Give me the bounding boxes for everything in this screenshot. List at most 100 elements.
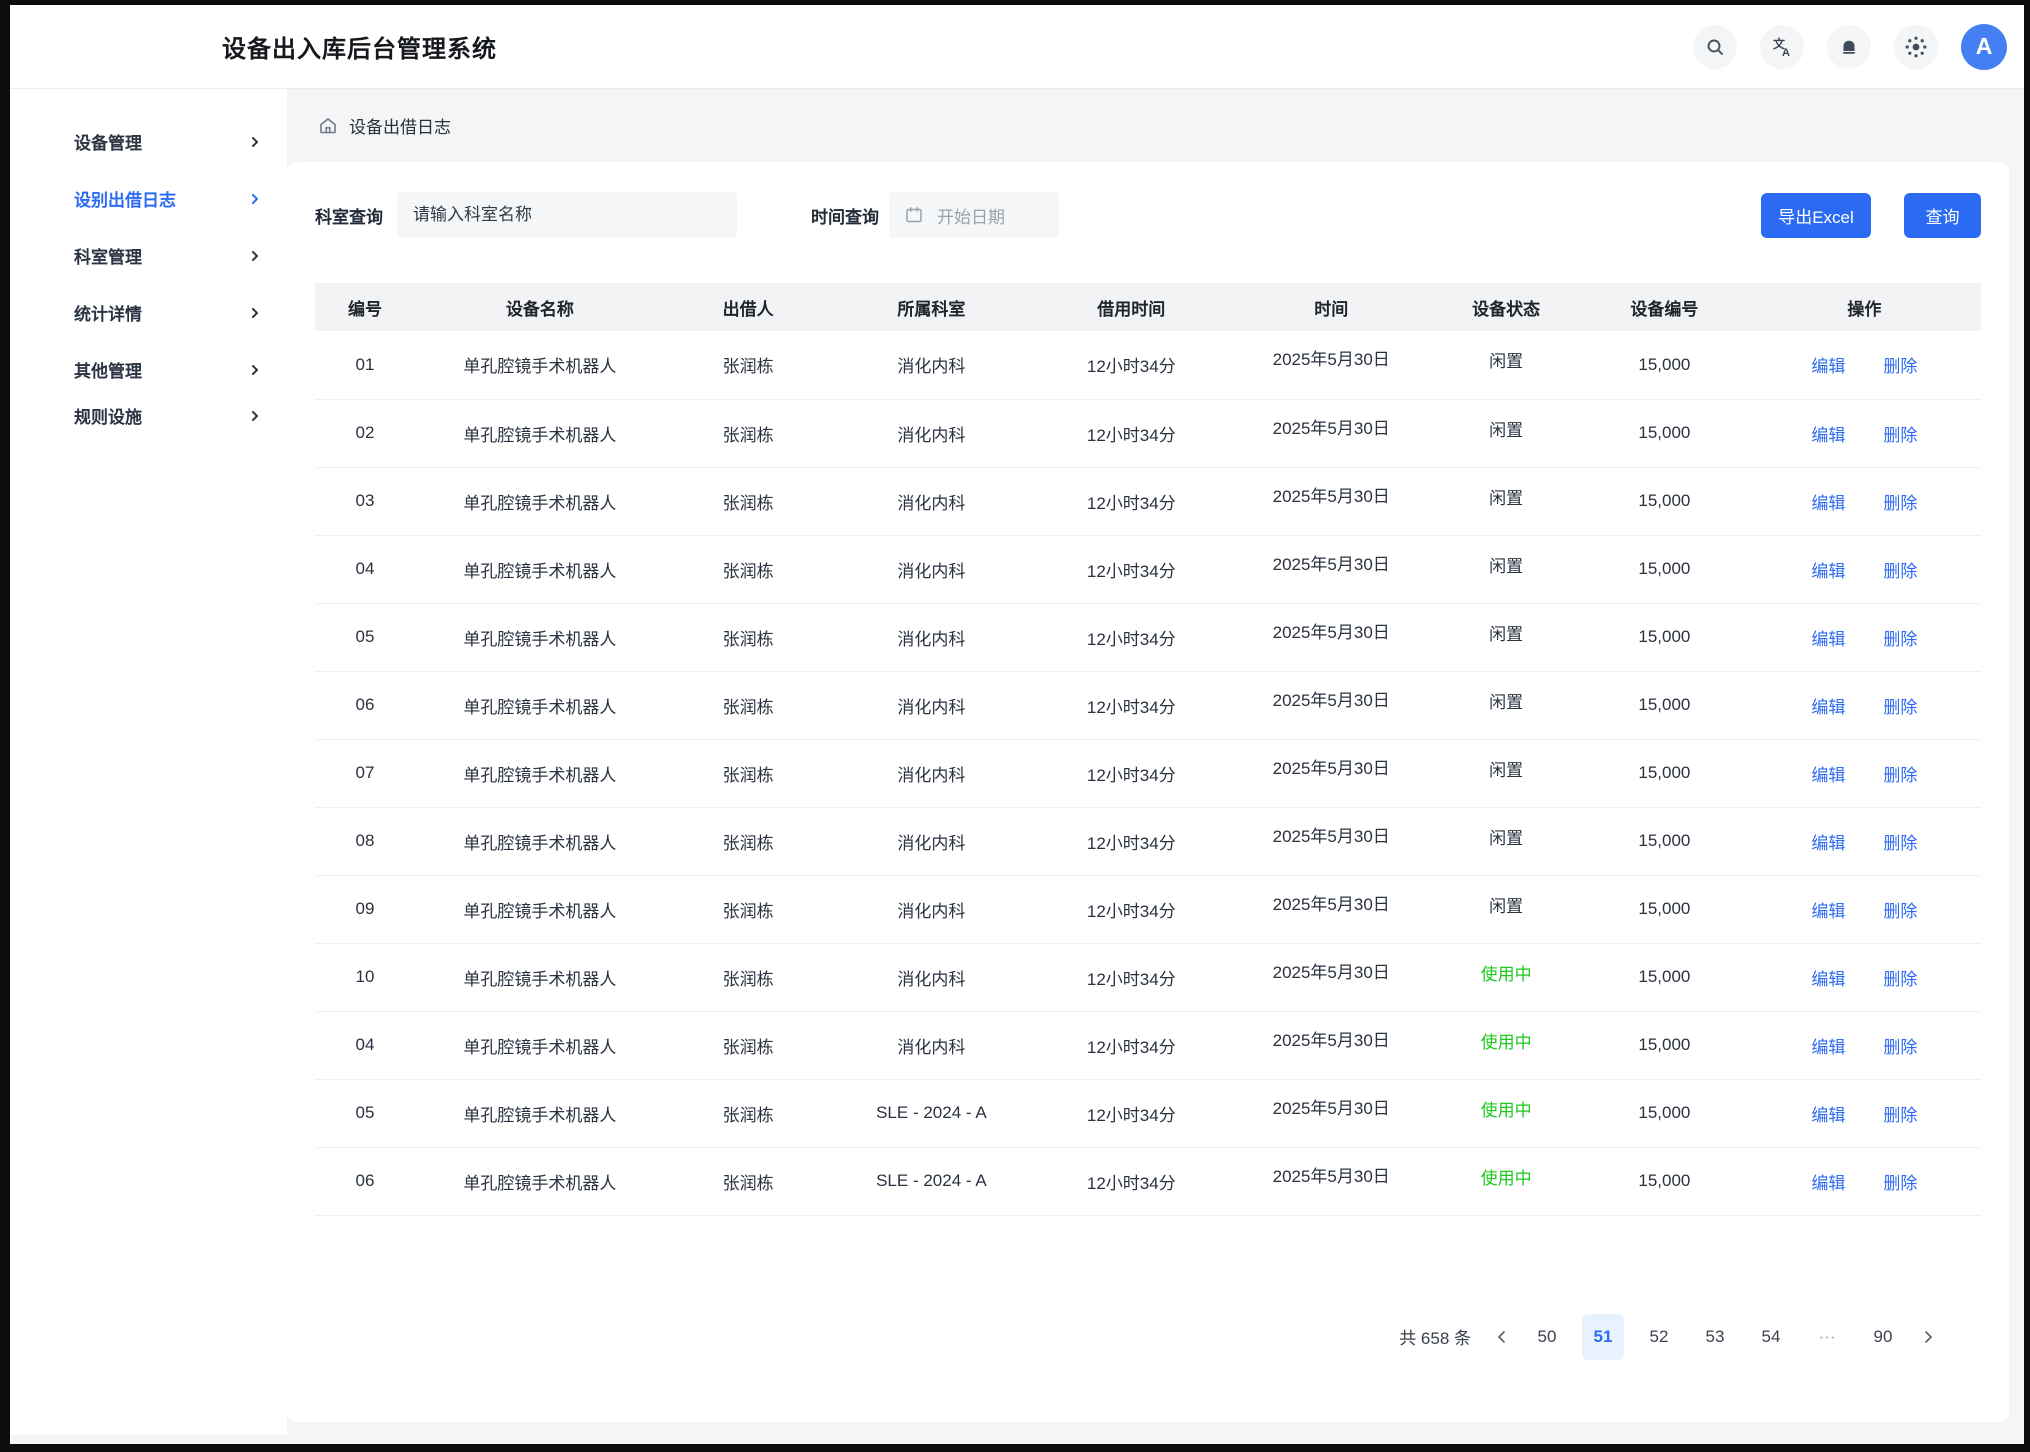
- sidebar-item[interactable]: 统计详情: [10, 284, 287, 341]
- next-page-button[interactable]: [1911, 1314, 1945, 1360]
- sidebar-menu: 设备管理设别出借日志科室管理统计详情其他管理规则设施: [10, 113, 287, 444]
- cell-device-code: 15,000: [1581, 1011, 1748, 1079]
- cell-duration: 12小时34分: [1031, 875, 1231, 943]
- column-header: 设备状态: [1431, 283, 1581, 331]
- theme-button[interactable]: [1894, 25, 1938, 69]
- chevron-right-icon: [249, 192, 261, 206]
- main-area: 设备出借日志 科室查询 时间 查询 开始日期: [287, 89, 2024, 1444]
- cell-duration: 12小时34分: [1031, 1147, 1231, 1215]
- column-header: 时间: [1231, 283, 1431, 331]
- delete-link[interactable]: 删除: [1883, 698, 1917, 717]
- delete-link[interactable]: 删除: [1883, 562, 1917, 581]
- table-row: 01单孔腔镜手术机器人张润栋消化内科12小时34分2025年5月30日闲置15,…: [315, 331, 1981, 399]
- notification-button[interactable]: [1827, 25, 1871, 69]
- cell-id: 06: [315, 671, 415, 739]
- cell-device-code: 15,000: [1581, 1079, 1748, 1147]
- edit-link[interactable]: 编辑: [1811, 970, 1845, 989]
- sidebar-item-label: 规则设施: [74, 403, 142, 428]
- edit-link[interactable]: 编辑: [1811, 1038, 1845, 1057]
- cell-duration: 12小时34分: [1031, 1011, 1231, 1079]
- cell-status: 使用中: [1431, 943, 1581, 1011]
- delete-link[interactable]: 删除: [1883, 630, 1917, 649]
- delete-link[interactable]: 删除: [1883, 1106, 1917, 1125]
- sidebar-item-label: 科室管理: [74, 243, 142, 268]
- delete-link[interactable]: 删除: [1883, 902, 1917, 921]
- prev-page-button[interactable]: [1485, 1314, 1519, 1360]
- table-header-row: 编号设备名称出借人所属科室借用时间时间设备状态设备编号操作: [315, 283, 1981, 331]
- cell-duration: 12小时34分: [1031, 807, 1231, 875]
- delete-link[interactable]: 删除: [1883, 766, 1917, 785]
- delete-link[interactable]: 删除: [1883, 494, 1917, 513]
- cell-device-code: 15,000: [1581, 1147, 1748, 1215]
- cell-device-name: 单孔腔镜手术机器人: [415, 1079, 665, 1147]
- cell-actions: 编辑 删除: [1748, 807, 1981, 875]
- delete-link[interactable]: 删除: [1883, 1038, 1917, 1057]
- cell-date: 2025年5月30日: [1231, 399, 1431, 467]
- export-excel-button[interactable]: 导出Excel: [1761, 193, 1871, 238]
- page-54[interactable]: 54: [1750, 1314, 1792, 1360]
- sidebar-item[interactable]: 设备管理: [10, 113, 287, 170]
- table-row: 09单孔腔镜手术机器人张润栋消化内科12小时34分2025年5月30日闲置15,…: [315, 875, 1981, 943]
- cell-department: 消化内科: [831, 535, 1031, 603]
- edit-link[interactable]: 编辑: [1811, 630, 1845, 649]
- table-row: 04单孔腔镜手术机器人张润栋消化内科12小时34分2025年5月30日闲置15,…: [315, 535, 1981, 603]
- translate-button[interactable]: 文 A: [1760, 25, 1804, 69]
- sidebar-item[interactable]: 科室管理: [10, 227, 287, 284]
- cell-date: 2025年5月30日: [1231, 535, 1431, 603]
- edit-link[interactable]: 编辑: [1811, 1174, 1845, 1193]
- cell-status: 使用中: [1431, 1011, 1581, 1079]
- edit-link[interactable]: 编辑: [1811, 698, 1845, 717]
- sidebar-item[interactable]: 规则设施: [10, 387, 287, 444]
- cell-department: SLE - 2024 - A: [831, 1079, 1031, 1147]
- cell-date: 2025年5月30日: [1231, 1011, 1431, 1079]
- column-header: 设备名称: [415, 283, 665, 331]
- column-header: 所属科室: [831, 283, 1031, 331]
- page-90[interactable]: 90: [1862, 1314, 1904, 1360]
- page-50[interactable]: 50: [1526, 1314, 1568, 1360]
- edit-link[interactable]: 编辑: [1811, 562, 1845, 581]
- cell-device-name: 单孔腔镜手术机器人: [415, 875, 665, 943]
- sidebar-item-label: 其他管理: [74, 357, 142, 382]
- table-row: 02单孔腔镜手术机器人张润栋消化内科12小时34分2025年5月30日闲置15,…: [315, 399, 1981, 467]
- delete-link[interactable]: 删除: [1883, 426, 1917, 445]
- cell-actions: 编辑 删除: [1748, 1147, 1981, 1215]
- table-row: 05单孔腔镜手术机器人张润栋消化内科12小时34分2025年5月30日闲置15,…: [315, 603, 1981, 671]
- cell-borrower: 张润栋: [665, 1011, 832, 1079]
- cell-department: 消化内科: [831, 467, 1031, 535]
- start-date-placeholder: 开始日期: [937, 203, 1005, 228]
- cell-id: 02: [315, 399, 415, 467]
- cell-date: 2025年5月30日: [1231, 467, 1431, 535]
- edit-link[interactable]: 编辑: [1811, 426, 1845, 445]
- page-51[interactable]: 51: [1582, 1314, 1624, 1360]
- avatar[interactable]: A: [1961, 24, 2007, 70]
- delete-link[interactable]: 删除: [1883, 970, 1917, 989]
- cell-date: 2025年5月30日: [1231, 603, 1431, 671]
- cell-status: 闲置: [1431, 739, 1581, 807]
- query-button[interactable]: 查询: [1904, 193, 1981, 238]
- edit-link[interactable]: 编辑: [1811, 766, 1845, 785]
- edit-link[interactable]: 编辑: [1811, 834, 1845, 853]
- sidebar-item[interactable]: 设别出借日志: [10, 170, 287, 227]
- page-53[interactable]: 53: [1694, 1314, 1736, 1360]
- edit-link[interactable]: 编辑: [1811, 902, 1845, 921]
- delete-link[interactable]: 删除: [1883, 357, 1917, 376]
- edit-link[interactable]: 编辑: [1811, 357, 1845, 376]
- dept-search-input[interactable]: [397, 192, 737, 238]
- cell-borrower: 张润栋: [665, 1147, 832, 1215]
- dept-filter-label: 科室查询: [315, 203, 383, 228]
- page-52[interactable]: 52: [1638, 1314, 1680, 1360]
- cell-duration: 12小时34分: [1031, 603, 1231, 671]
- delete-link[interactable]: 删除: [1883, 1174, 1917, 1193]
- table-row: 06单孔腔镜手术机器人张润栋SLE - 2024 - A12小时34分2025年…: [315, 1147, 1981, 1215]
- cell-department: 消化内科: [831, 943, 1031, 1011]
- cell-device-code: 15,000: [1581, 943, 1748, 1011]
- edit-link[interactable]: 编辑: [1811, 1106, 1845, 1125]
- edit-link[interactable]: 编辑: [1811, 494, 1845, 513]
- breadcrumb: 设备出借日志: [287, 89, 2009, 162]
- theme-icon: [1904, 35, 1928, 59]
- start-date-picker[interactable]: 开始日期: [889, 192, 1059, 238]
- chevron-right-icon: [249, 409, 261, 423]
- delete-link[interactable]: 删除: [1883, 834, 1917, 853]
- cell-department: 消化内科: [831, 331, 1031, 399]
- search-button[interactable]: [1693, 25, 1737, 69]
